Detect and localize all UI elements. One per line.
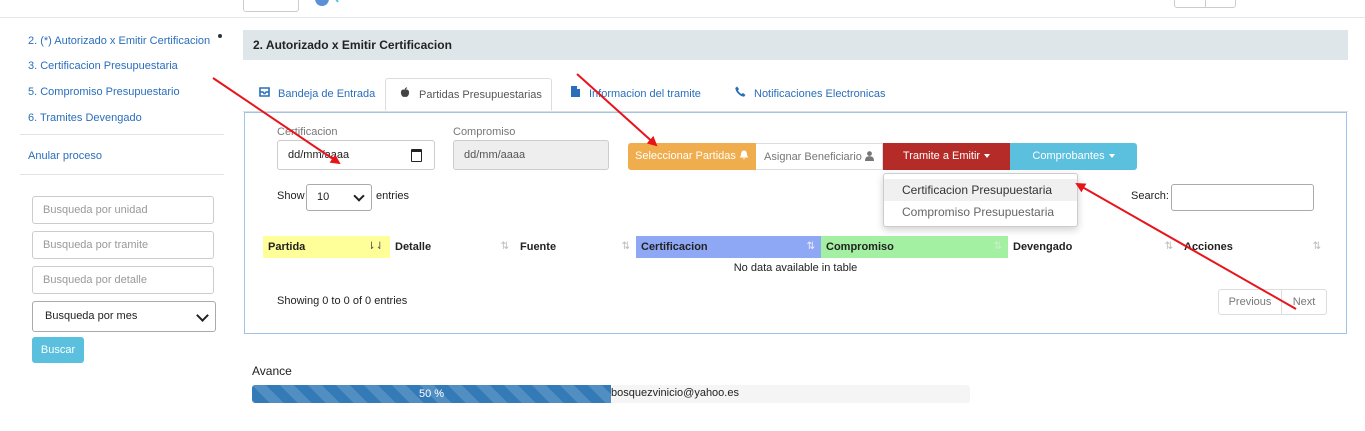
tab-label: Notificaciones Electronicas [754, 88, 886, 100]
user-email: bosquezvinicio@yahoo.es [611, 387, 739, 399]
top-right-button-group[interactable] [1174, 0, 1236, 8]
show-label: Show [277, 190, 305, 202]
sort-icon: ⇅ [621, 241, 630, 252]
avance-label: Avance [252, 364, 292, 378]
table-empty-message: No data available in table [733, 262, 858, 274]
next-button[interactable]: Next [1281, 289, 1327, 315]
compromiso-date-value: dd/mm/aaaa [464, 149, 526, 161]
certificacion-date-input[interactable]: dd/mm/aaaa [277, 140, 435, 170]
tab-notificaciones[interactable]: Notificaciones Electronicas [734, 78, 885, 111]
seleccionar-partidas-button[interactable]: Seleccionar Partidas [628, 143, 756, 170]
inbox-icon [258, 78, 270, 111]
bell-icon [739, 150, 749, 160]
search-mes-select[interactable]: Busqueda por mes [32, 301, 216, 332]
dropdown-item-compromiso[interactable]: Compromiso Presupuestaria [884, 201, 1077, 223]
file-icon [569, 78, 581, 111]
entries-label: entries [376, 190, 410, 202]
bullet-icon [218, 34, 222, 38]
search-label: Search: [1131, 190, 1169, 202]
sidebar-item-devengado[interactable]: 6. Tramites Devengado [28, 112, 142, 124]
search-tramite-input[interactable]: Busqueda por tramite [32, 231, 214, 259]
chevron-down-icon [353, 190, 365, 202]
tab-informacion-tramite[interactable]: Informacion del tramite [569, 78, 701, 111]
anular-proceso-link[interactable]: Anular proceso [28, 150, 102, 162]
tab-partidas-presupuestarias[interactable]: Partidas Presupuestarias [385, 78, 552, 111]
sort-asc-icon: ⇂⇃ [367, 241, 384, 252]
refresh-button[interactable] [243, 0, 299, 12]
certificacion-label: Certificacion [277, 126, 338, 138]
sidebar-item-certificacion[interactable]: 3. Certificacion Presupuestaria [28, 60, 178, 72]
comprobantes-button[interactable]: Comprobantes [1010, 143, 1137, 170]
column-header-compromiso[interactable]: Compromiso ⇅ [821, 236, 1008, 258]
tab-label: Partidas Presupuestarias [419, 89, 542, 101]
previous-button[interactable]: Previous [1218, 289, 1282, 315]
column-label: Certificacion [641, 241, 708, 253]
column-header-partida[interactable]: Partida ⇂⇃ [263, 236, 390, 258]
comprobantes-label: Comprobantes [1032, 150, 1105, 162]
column-label: Acciones [1184, 241, 1233, 253]
entries-select[interactable]: 10 [306, 184, 372, 211]
column-header-fuente[interactable]: Fuente ⇅ [515, 236, 636, 258]
sort-icon: ⇅ [1164, 241, 1173, 252]
mes-select-value: Busqueda por mes [45, 310, 138, 322]
column-header-acciones[interactable]: Acciones ⇅ [1179, 236, 1327, 258]
column-header-devengado[interactable]: Devengado ⇅ [1008, 236, 1179, 258]
column-header-certificacion[interactable]: Certificacion ⇅ [636, 236, 821, 258]
dropdown-item-certificacion[interactable]: Certificacion Presupuestaria [884, 179, 1077, 201]
sort-icon: ⇅ [806, 241, 815, 252]
column-label: Detalle [395, 241, 432, 253]
certificacion-date-value: dd/mm/aaaa [288, 149, 350, 161]
buscar-button[interactable]: Buscar [32, 337, 84, 363]
table-search-input[interactable] [1171, 184, 1314, 211]
user-icon [864, 151, 874, 161]
entries-select-value: 10 [317, 191, 330, 203]
sort-icon: ⇅ [993, 241, 1002, 252]
tramite-dropdown-menu: Certificacion Presupuestaria Compromiso … [883, 173, 1078, 227]
tab-bandeja-entrada[interactable]: Bandeja de Entrada [258, 78, 375, 111]
asignar-label: Asignar Beneficiario [764, 151, 862, 163]
sort-icon: ⇅ [1312, 241, 1321, 252]
tab-label: Informacion del tramite [589, 88, 701, 100]
sidebar-item-compromiso[interactable]: 5. Compromiso Presupuestario [28, 86, 180, 98]
top-divider [0, 17, 1365, 18]
tab-label: Bandeja de Entrada [278, 88, 376, 100]
caret-down-icon [1108, 154, 1115, 159]
progress-bar-fill: 50 % [252, 385, 611, 403]
column-label: Compromiso [826, 241, 894, 253]
seleccionar-label: Seleccionar Partidas [635, 150, 736, 162]
phone-icon [734, 78, 746, 111]
table-info: Showing 0 to 0 of 0 entries [277, 295, 408, 307]
caret-down-icon [984, 154, 991, 159]
sidebar-item-autorizado[interactable]: 2. (*) Autorizado x Emitir Certificacion [28, 35, 210, 47]
search-detalle-input[interactable]: Busqueda por detalle [32, 266, 214, 294]
chevron-down-icon [196, 309, 209, 322]
page-title: 2. Autorizado x Emitir Certificacion [243, 30, 1348, 60]
logo-icon [315, 0, 339, 6]
compromiso-label: Compromiso [453, 126, 516, 138]
search-unidad-input[interactable]: Busqueda por unidad [32, 196, 214, 224]
tramite-label: Tramite a Emitir [902, 150, 981, 162]
asignar-beneficiario-button[interactable]: Asignar Beneficiario [756, 143, 883, 170]
column-label: Fuente [520, 241, 557, 253]
tramite-emitir-button[interactable]: Tramite a Emitir [883, 143, 1010, 170]
apple-icon [399, 79, 411, 112]
column-header-detalle[interactable]: Detalle ⇅ [390, 236, 515, 258]
sidebar-divider [20, 134, 224, 135]
column-label: Partida [268, 241, 306, 253]
compromiso-date-input: dd/mm/aaaa [453, 140, 609, 170]
sidebar-divider [20, 174, 224, 175]
column-label: Devengado [1013, 241, 1073, 253]
sort-icon: ⇅ [500, 241, 509, 252]
calendar-icon[interactable] [411, 149, 422, 162]
